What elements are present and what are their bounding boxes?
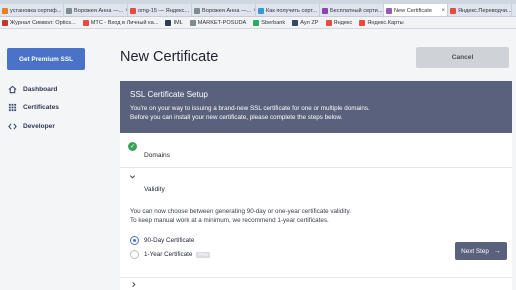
browser-tab-active[interactable]: New Certificate × bbox=[384, 4, 448, 16]
bookmark-favicon-icon bbox=[253, 19, 260, 26]
bookmark[interactable]: Яндекс bbox=[325, 19, 353, 26]
bookmark-favicon-icon bbox=[325, 19, 332, 26]
step-domains-label: Domains bbox=[144, 152, 171, 159]
tab-favicon-icon bbox=[450, 7, 456, 14]
setup-subtitle-line1: You're on your way to issuing a brand-ne… bbox=[130, 105, 370, 112]
close-icon[interactable]: × bbox=[439, 8, 445, 14]
bookmarks-bar: Журнал Символ: Optics... МТС - Вход в Ли… bbox=[0, 17, 516, 29]
browser-tab[interactable]: Ворожея Анна —...× bbox=[64, 4, 128, 16]
bookmark-label: Журнал Символ: Optics... bbox=[10, 19, 76, 26]
browser-tab[interactable]: Бесплатный серти...× bbox=[320, 4, 384, 16]
setup-card: SSL Certificate Setup You're on your way… bbox=[120, 81, 512, 290]
bookmark-label: Яндекс.Карты bbox=[367, 19, 404, 26]
tab-favicon-icon bbox=[2, 7, 8, 14]
setup-title: SSL Certificate Setup bbox=[130, 90, 208, 99]
sidebar-item-dashboard[interactable]: Dashboard bbox=[8, 83, 57, 95]
tab-favicon-icon bbox=[194, 7, 200, 14]
tab-favicon-icon bbox=[322, 7, 328, 14]
grid-icon bbox=[8, 103, 17, 112]
arrow-right-icon: → bbox=[493, 247, 501, 255]
sidebar-item-label: Developer bbox=[23, 122, 55, 130]
step-validity: Validity You can now choose between gene… bbox=[120, 169, 512, 277]
bookmark[interactable]: Аул ZP bbox=[292, 19, 319, 26]
home-icon bbox=[8, 85, 17, 94]
option-label: 90-Day Certificate bbox=[144, 237, 195, 244]
step-domains[interactable]: ✓ Domains bbox=[120, 133, 512, 168]
sidebar-item-certificates[interactable]: Certificates bbox=[8, 101, 59, 113]
get-premium-ssl-button[interactable]: Get Premium SSL bbox=[7, 48, 85, 70]
bookmark[interactable]: Яндекс.Карты bbox=[359, 19, 404, 26]
bookmark-favicon-icon bbox=[359, 19, 366, 26]
sidebar-item-label: Certificates bbox=[23, 103, 59, 111]
browser-tab[interactable]: Яндекс.Переводчи... bbox=[448, 4, 512, 16]
tab-label: Ворожея Анна —... bbox=[202, 7, 252, 14]
validity-description-line1: You can now choose between generating 90… bbox=[130, 208, 351, 215]
chevron-right-icon[interactable] bbox=[130, 281, 137, 290]
tab-label: установка сертиф... bbox=[10, 7, 62, 14]
tab-label: Ворожея Анна —... bbox=[74, 7, 124, 14]
bookmark-label: Sberbank bbox=[261, 19, 286, 26]
option-1-year[interactable]: 1-Year Certificate PRO bbox=[130, 249, 211, 260]
tab-label: Как получить серт... bbox=[266, 7, 318, 14]
next-step-label: Next Step bbox=[461, 247, 489, 255]
bookmark-favicon-icon bbox=[82, 19, 89, 26]
bookmark[interactable]: MARKET-POSUDA bbox=[189, 19, 247, 26]
bookmark[interactable]: IML bbox=[165, 19, 183, 26]
pro-badge: PRO bbox=[196, 251, 211, 258]
chevron-down-icon[interactable] bbox=[129, 173, 136, 182]
radio-selected[interactable] bbox=[130, 236, 139, 245]
setup-subtitle-line2: Before you can install your new certific… bbox=[130, 114, 343, 121]
step-collapsed[interactable] bbox=[120, 277, 512, 290]
bookmark-label: MARKET-POSUDA bbox=[197, 19, 247, 26]
tab-label: New Certificate bbox=[394, 7, 432, 14]
check-icon: ✓ bbox=[128, 142, 137, 151]
next-step-button[interactable]: Next Step → bbox=[455, 242, 507, 260]
bookmark-label: Аул ZP bbox=[300, 19, 319, 26]
sidebar-item-developer[interactable]: Developer bbox=[8, 120, 55, 132]
setup-header: SSL Certificate Setup You're on your way… bbox=[120, 81, 512, 133]
tab-favicon-icon bbox=[130, 7, 136, 14]
tab-label: Бесплатный серти... bbox=[330, 7, 383, 14]
bookmark-favicon-icon bbox=[189, 19, 196, 26]
option-90-day[interactable]: 90-Day Certificate bbox=[130, 235, 194, 246]
bookmark-favicon-icon bbox=[292, 19, 299, 26]
code-icon bbox=[8, 122, 17, 131]
bookmark[interactable]: Sberbank bbox=[253, 19, 286, 26]
page-title: New Certificate bbox=[120, 49, 219, 65]
tab-label: omg-15 — Яндекс... bbox=[138, 7, 190, 14]
browser-tab[interactable]: установка сертиф...× bbox=[0, 4, 64, 16]
bookmark-favicon-icon bbox=[165, 19, 172, 26]
browser-tab-bar: установка сертиф...× Ворожея Анна —...× … bbox=[0, 4, 516, 17]
tab-favicon-icon bbox=[66, 7, 72, 14]
bookmark[interactable]: МТС - Вход в Личный ка... bbox=[82, 19, 159, 26]
option-label: 1-Year Certificate bbox=[144, 251, 193, 258]
tab-label: Яндекс.Переводчи... bbox=[458, 7, 512, 14]
cancel-button[interactable]: Cancel bbox=[416, 47, 509, 68]
sidebar-item-label: Dashboard bbox=[23, 85, 58, 93]
sidebar: Get Premium SSL Dashboard Certificates D… bbox=[0, 29, 100, 290]
browser-tab[interactable]: Как получить серт...× bbox=[256, 4, 320, 16]
bookmark-label: IML bbox=[173, 19, 183, 26]
validity-description-line2: To keep manual work at a minimum, we rec… bbox=[130, 217, 329, 224]
bookmark[interactable]: Журнал Символ: Optics... bbox=[2, 19, 76, 26]
bookmark-favicon-icon bbox=[2, 19, 8, 26]
browser-tab[interactable]: omg-15 — Яндекс...× bbox=[128, 4, 192, 16]
tab-favicon-icon bbox=[386, 7, 392, 14]
bookmark-label: МТС - Вход в Личный ка... bbox=[90, 19, 159, 26]
bookmark-label: Яндекс bbox=[333, 19, 353, 26]
radio-unselected[interactable] bbox=[130, 250, 139, 259]
browser-tab[interactable]: Ворожея Анна —...× bbox=[192, 4, 256, 16]
step-validity-label: Validity bbox=[144, 186, 165, 193]
tab-favicon-icon bbox=[258, 7, 264, 14]
